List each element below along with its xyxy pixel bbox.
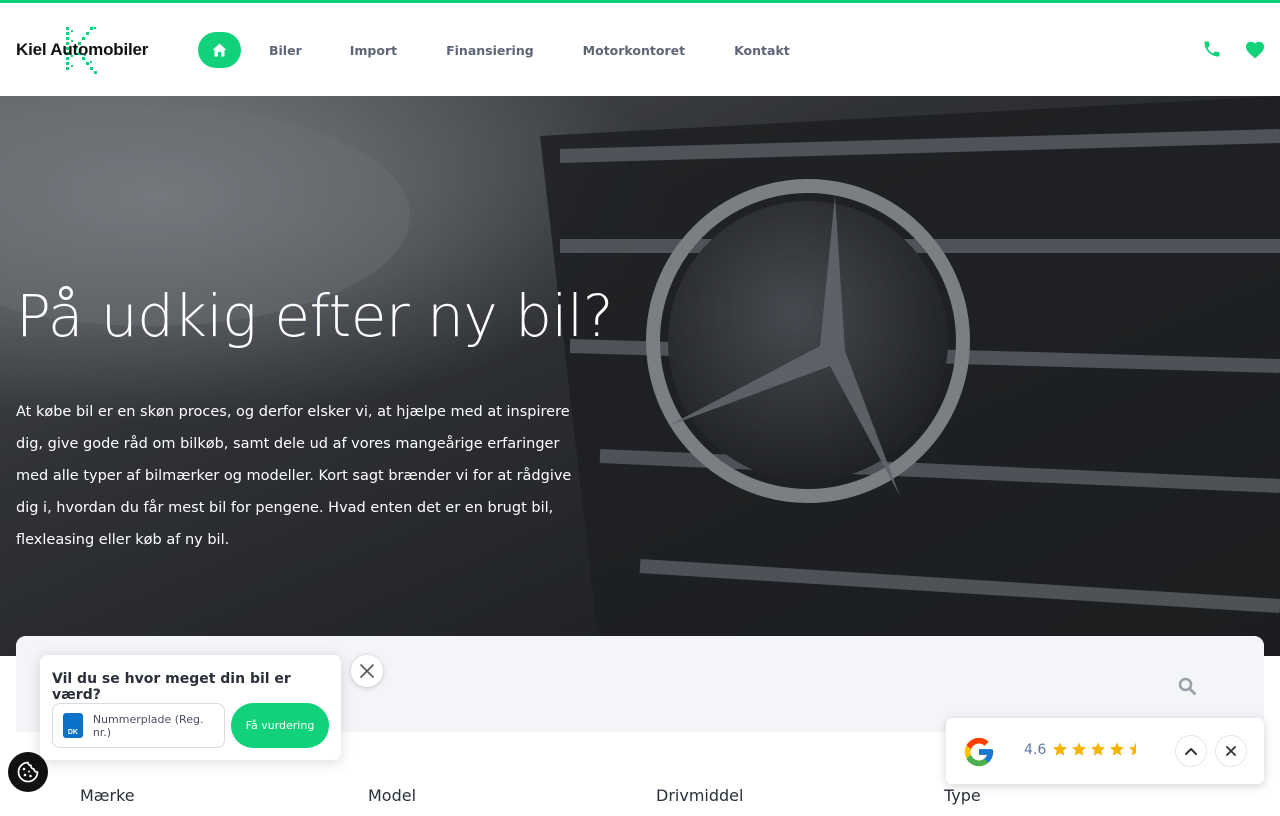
- get-valuation-button[interactable]: Få vurdering: [231, 703, 329, 748]
- half-star-icon: [1129, 742, 1143, 756]
- star-icon: [1072, 742, 1086, 756]
- hero-section: På udkig efter ny bil? At købe bil er en…: [0, 96, 1280, 656]
- cookie-icon: [17, 761, 39, 783]
- chevron-up-icon: [1185, 748, 1197, 755]
- hero-car-grille-image: [0, 96, 1280, 656]
- google-reviews-widget[interactable]: 4.6: [946, 718, 1264, 784]
- nav-item-import[interactable]: Import: [350, 43, 397, 58]
- hero-body: At købe bil er en skøn proces, og derfor…: [16, 404, 572, 548]
- filter-maerke[interactable]: Mærke: [80, 786, 368, 805]
- google-logo-icon: [964, 737, 994, 767]
- dk-plate-badge: DK: [63, 713, 83, 738]
- valuation-popup: Vil du se hvor meget din bil er værd? DK…: [40, 655, 341, 760]
- cookie-settings-button[interactable]: [8, 752, 48, 792]
- filter-type[interactable]: Type: [944, 786, 1232, 805]
- nav-item-finansiering[interactable]: Finansiering: [446, 43, 534, 58]
- star-icon: [1091, 742, 1105, 756]
- main-nav: Biler Import Finansiering Motorkontoret …: [198, 32, 790, 68]
- home-button[interactable]: [198, 32, 241, 68]
- phone-icon[interactable]: [1202, 39, 1222, 59]
- site-header: Kiel Automobiler Biler Import Finansieri…: [0, 3, 1280, 96]
- logo[interactable]: Kiel Automobiler: [16, 25, 156, 75]
- nav-item-kontakt[interactable]: Kontakt: [734, 43, 790, 58]
- header-actions: [1202, 39, 1266, 59]
- google-widget-expand-button[interactable]: [1175, 735, 1207, 767]
- valuation-popup-title: Vil du se hvor meget din bil er værd?: [52, 671, 291, 703]
- filter-drivmiddel[interactable]: Drivmiddel: [656, 786, 944, 805]
- license-plate-placeholder: Nummerplade (Reg. nr.): [92, 712, 204, 739]
- star-icon: [1110, 742, 1124, 756]
- nav-item-motorkontoret[interactable]: Motorkontoret: [583, 43, 685, 58]
- home-icon: [212, 43, 227, 57]
- search-button[interactable]: [1178, 677, 1196, 700]
- hero-title: På udkig efter ny bil?: [16, 282, 614, 350]
- google-rating-value: 4.6: [1024, 742, 1047, 758]
- search-icon: [1178, 677, 1196, 695]
- close-icon: [360, 664, 374, 678]
- license-plate-input[interactable]: DK Nummerplade (Reg. nr.): [52, 703, 225, 748]
- google-rating-stars: [1052, 741, 1144, 757]
- heart-icon[interactable]: [1244, 39, 1266, 59]
- filter-model[interactable]: Model: [368, 786, 656, 805]
- star-icon: [1053, 742, 1067, 756]
- search-filters: Mærke Model Drivmiddel Type: [80, 786, 1260, 805]
- logo-text: Kiel Automobiler: [16, 40, 149, 59]
- valuation-popup-close-button[interactable]: [351, 655, 383, 687]
- close-icon: [1226, 746, 1236, 756]
- nav-item-biler[interactable]: Biler: [269, 43, 302, 58]
- google-widget-close-button[interactable]: [1215, 735, 1247, 767]
